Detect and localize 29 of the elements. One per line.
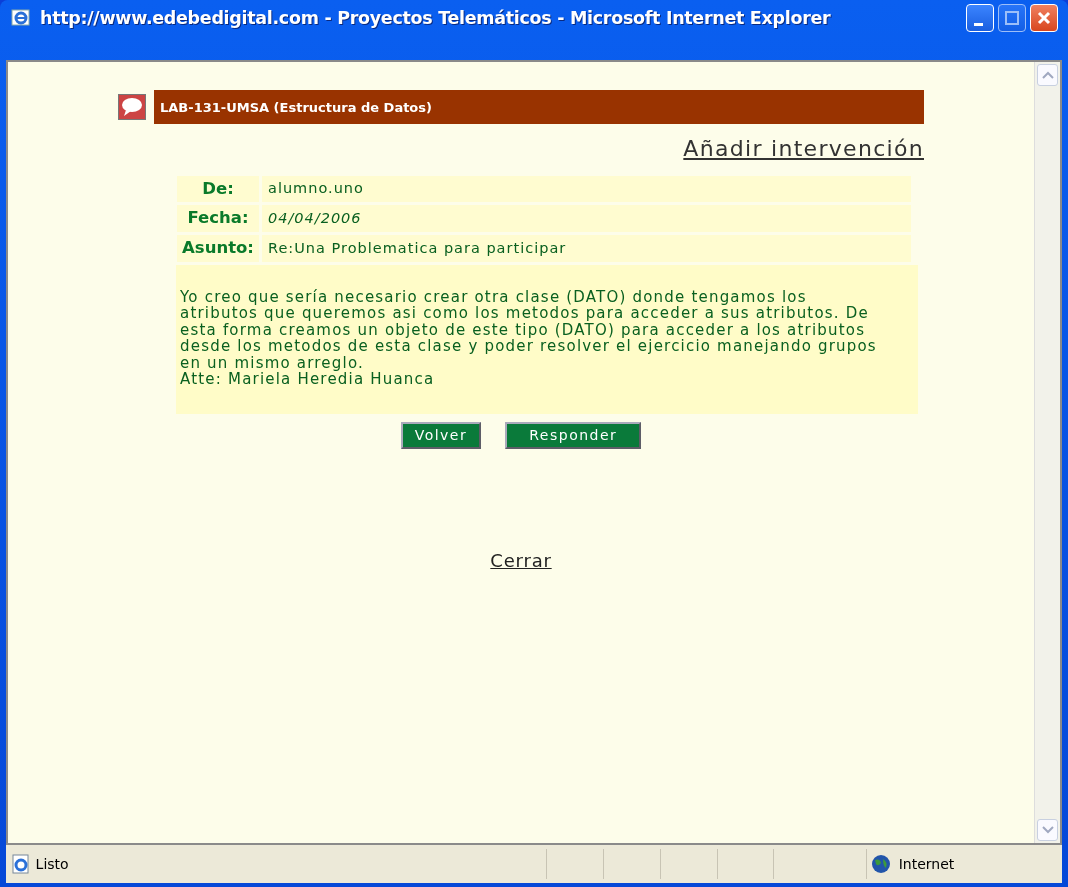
speech-bubble-icon: [118, 93, 146, 120]
page-icon: [10, 853, 32, 875]
add-post-link[interactable]: Añadir intervención: [683, 131, 924, 165]
field-label: Asunto:: [177, 235, 259, 262]
caret-up-icon: [1041, 71, 1054, 79]
close-button[interactable]: [1030, 4, 1058, 32]
scroll-down-button[interactable]: [1037, 819, 1058, 841]
field-value: alumno.uno: [262, 175, 911, 203]
security-zone-text: Internet: [898, 854, 955, 874]
field-value: 04/04/2006: [262, 205, 911, 232]
status-text: Listo: [35, 854, 70, 874]
close-link[interactable]: Cerrar: [490, 546, 552, 574]
window-title: http://www.edebedigital.com - Proyectos Telemáticos - Microsoft Internet Explorer: [40, 6, 832, 30]
maximize-button[interactable]: [998, 4, 1026, 32]
scroll-up-button[interactable]: [1037, 64, 1058, 86]
close-icon: [1037, 11, 1051, 25]
field-value: Re:Una Problematica para participar: [262, 235, 911, 262]
message-text: Yo creo que sería necesario crear otra clase (DATO) donde tengamos los atributos que queremos asi como los metodos para acceder a sus atributos. De esta forma creamos un objeto de este tipo (DATO) para acceder a los atributos desde los metodos de esta clase y poder resolver el ejercicio manejando grupos en un mismo arreglo. Atte: Mariela Heredia Huanca: [176, 264, 918, 414]
caret-down-icon: [1041, 826, 1054, 834]
minimize-icon: [973, 22, 983, 26]
field-label: Fecha:: [177, 205, 259, 232]
form-button[interactable]: Responder: [505, 421, 642, 449]
minimize-button[interactable]: [966, 4, 994, 32]
browser-icon: [10, 7, 32, 29]
globe-icon: [870, 854, 891, 874]
maximize-icon: [1005, 11, 1019, 25]
field-label: De:: [177, 175, 259, 203]
form-button[interactable]: Volver: [400, 421, 482, 449]
forum-title-bar: LAB-131-UMSA (Estructura de Datos): [154, 90, 924, 124]
